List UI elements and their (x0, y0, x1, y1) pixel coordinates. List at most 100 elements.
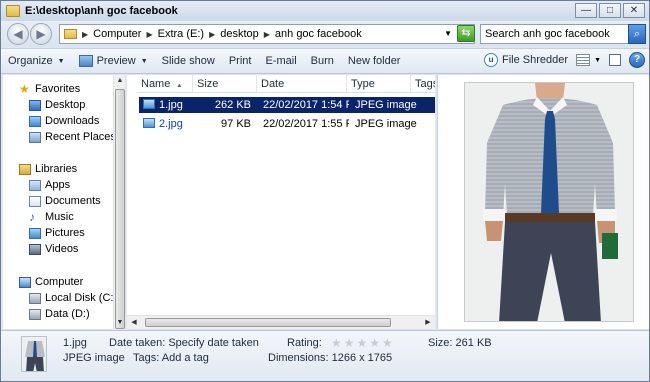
chevron-right-icon[interactable]: ▶ (146, 30, 152, 39)
table-row[interactable]: 1.jpg 262 KB 22/02/2017 1:54 PM JPEG ima… (139, 97, 435, 113)
help-icon[interactable]: ? (629, 52, 645, 68)
preview-button[interactable]: Preview ▼ (72, 55, 155, 67)
nav-downloads-label: Downloads (45, 115, 100, 127)
column-name[interactable]: Name ▲ (137, 75, 193, 93)
scroll-up-icon[interactable]: ▲ (114, 75, 126, 87)
chevron-right-icon[interactable]: ▶ (82, 30, 88, 39)
dimensions-value: 1266 x 1765 (331, 352, 393, 364)
preview-label: Preview (96, 55, 136, 67)
breadcrumb-current-folder[interactable]: anh goc facebook (275, 28, 362, 40)
nav-music[interactable]: ♪ Music (29, 209, 74, 225)
file-shredder-button[interactable]: u File Shredder (484, 53, 568, 67)
file-list-scrollbar[interactable]: ◀ ▶ (127, 315, 435, 329)
dimensions-label: Dimensions: (268, 352, 329, 364)
nav-favorites[interactable]: ★ Favorites (19, 81, 80, 97)
details-pane: 1.jpg JPEG image Date taken: Specify dat… (1, 330, 649, 381)
column-type[interactable]: Type (347, 75, 411, 93)
man-in-shirt-photo (465, 83, 633, 321)
file-thumbnail (21, 336, 47, 372)
nav-videos-label: Videos (45, 243, 79, 255)
chevron-down-icon[interactable]: ▼ (444, 29, 452, 38)
column-header: Name ▲ Size Date Type Tags (137, 75, 435, 93)
search-icon[interactable]: ⌕ (628, 24, 646, 44)
nav-videos[interactable]: Videos (29, 241, 78, 257)
preview-pane-icon[interactable] (609, 54, 621, 66)
new-folder-button[interactable]: New folder (341, 55, 408, 67)
shredder-icon: u (484, 53, 499, 67)
nav-libraries[interactable]: Libraries (19, 161, 77, 177)
star-icon[interactable]: ★ (331, 336, 342, 350)
address-row: ◀ ▶ ▶ Computer ▶ Extra (E:) ▶ desktop ▶ … (1, 21, 649, 47)
navigation-pane: ★ Favorites Desktop Downloads Recent Pla… (3, 75, 113, 329)
preview-image (464, 82, 634, 322)
breadcrumb-extra-drive[interactable]: Extra (E:) (158, 28, 204, 40)
table-row[interactable]: 2.jpg 97 KB 22/02/2017 1:55 PM JPEG imag… (139, 116, 435, 132)
scroll-thumb[interactable] (145, 318, 391, 327)
address-bar[interactable]: ▶ Computer ▶ Extra (E:) ▶ desktop ▶ anh … (59, 24, 475, 44)
image-file-icon (143, 118, 155, 128)
nav-libraries-label: Libraries (35, 163, 78, 175)
column-tags[interactable]: Tags (411, 75, 435, 93)
burn-button[interactable]: Burn (304, 55, 341, 67)
breadcrumb-desktop[interactable]: desktop (220, 28, 259, 40)
file-type: JPEG image (355, 99, 417, 111)
nav-data-drive[interactable]: Data (D:) (29, 306, 90, 322)
preview-icon (78, 55, 93, 67)
search-input[interactable]: Search anh goc facebook (480, 24, 629, 44)
nav-apps[interactable]: Apps (29, 177, 70, 193)
scroll-thumb[interactable] (115, 89, 125, 329)
back-button[interactable]: ◀ (7, 23, 29, 45)
organize-button[interactable]: Organize ▼ (1, 55, 72, 67)
explorer-window: E:\desktop\anh goc facebook — □ ✕ ◀ ▶ ▶ … (0, 0, 650, 382)
scroll-right-icon[interactable]: ▶ (421, 316, 435, 329)
nav-documents-label: Documents (45, 195, 101, 207)
title-bar[interactable]: E:\desktop\anh goc facebook — □ ✕ (1, 1, 649, 21)
details-filetype: JPEG image (63, 352, 125, 364)
close-button[interactable]: ✕ (623, 3, 645, 18)
maximize-button[interactable]: □ (599, 3, 621, 18)
drive-icon (29, 308, 41, 320)
tags-value[interactable]: Add a tag (162, 352, 209, 364)
scroll-left-icon[interactable]: ◀ (127, 316, 141, 329)
tags-row: Tags: Add a tag (133, 352, 209, 364)
date-taken-row: Date taken: Specify date taken (109, 337, 259, 349)
computer-icon (19, 276, 31, 288)
star-icon[interactable]: ★ (369, 336, 380, 350)
nav-computer[interactable]: Computer (19, 274, 83, 290)
breadcrumb-computer[interactable]: Computer (93, 28, 141, 40)
file-size: 97 KB (221, 118, 251, 130)
nav-scrollbar[interactable]: ▲ ▼ (113, 75, 125, 329)
rating-stars[interactable]: ★ ★ ★ ★ ★ (331, 336, 393, 350)
forward-button[interactable]: ▶ (30, 23, 52, 45)
column-date[interactable]: Date (257, 75, 347, 93)
folder-icon (6, 5, 20, 17)
nav-downloads[interactable]: Downloads (29, 113, 99, 129)
file-size: 262 KB (214, 99, 251, 111)
nav-documents[interactable]: Documents (29, 193, 101, 209)
column-size[interactable]: Size (193, 75, 257, 93)
nav-desktop[interactable]: Desktop (29, 97, 85, 113)
size-value: 261 KB (455, 337, 492, 349)
drive-icon (29, 292, 41, 304)
email-button[interactable]: E-mail (258, 55, 303, 67)
refresh-icon[interactable]: ⇆ (457, 25, 475, 42)
view-options-icon[interactable] (576, 54, 591, 66)
nav-pictures[interactable]: Pictures (29, 225, 85, 241)
star-icon[interactable]: ★ (382, 336, 393, 350)
toolbar-right: u File Shredder ▼ ? (484, 52, 645, 68)
nav-recent-places[interactable]: Recent Places (29, 129, 113, 145)
star-icon[interactable]: ★ (356, 336, 367, 350)
nav-apps-label: Apps (45, 179, 71, 191)
chevron-right-icon[interactable]: ▶ (264, 30, 270, 39)
minimize-button[interactable]: — (575, 3, 597, 18)
scroll-down-icon[interactable]: ▼ (114, 317, 126, 329)
nav-music-label: Music (45, 211, 74, 223)
chevron-down-icon[interactable]: ▼ (594, 57, 601, 64)
nav-local-disk[interactable]: Local Disk (C:) (29, 290, 113, 306)
chevron-right-icon[interactable]: ▶ (209, 30, 215, 39)
date-taken-value[interactable]: Specify date taken (168, 337, 259, 349)
slideshow-button[interactable]: Slide show (155, 55, 222, 67)
star-icon[interactable]: ★ (344, 336, 355, 350)
preview-pane (437, 75, 649, 329)
print-button[interactable]: Print (222, 55, 259, 67)
